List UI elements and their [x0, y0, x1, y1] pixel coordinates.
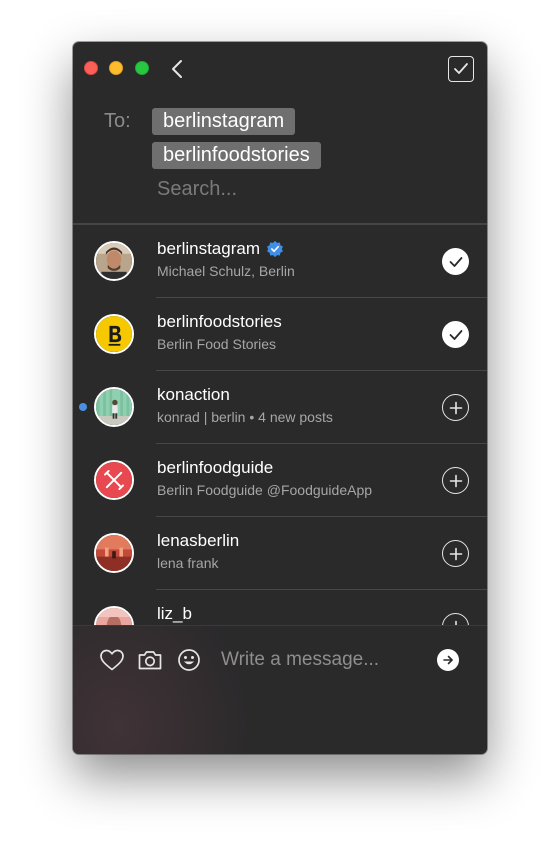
contact-name: berlinstagram: [157, 239, 260, 258]
chevron-left-icon: [172, 60, 182, 78]
camera-button[interactable]: [136, 647, 164, 673]
recipient-search-input[interactable]: [157, 175, 457, 203]
contact-name: lenasberlin: [157, 531, 240, 550]
unread-indicator: [79, 403, 87, 411]
contact-row[interactable]: berlinfoodguide Berlin Foodguide @Foodgu…: [73, 444, 487, 517]
contact-row[interactable]: lenasberlin lena frank: [73, 517, 487, 590]
recipient-chip[interactable]: berlinfoodstories: [152, 142, 321, 169]
checkmark-icon: [454, 63, 468, 74]
avatar: [94, 387, 134, 427]
checkmark-icon: [449, 329, 462, 340]
send-icon: [443, 655, 453, 665]
contact-row[interactable]: konaction konrad | berlin • 4 new posts: [73, 371, 487, 444]
close-window-button[interactable]: [84, 61, 98, 75]
checkmark-icon: [449, 256, 462, 267]
selected-toggle-button[interactable]: [442, 321, 469, 348]
contact-name: berlinfoodstories: [157, 312, 282, 331]
contact-subtitle: konrad | berlin • 4 new posts: [157, 409, 333, 425]
contact-subtitle: Michael Schulz, Berlin: [157, 263, 295, 279]
plus-icon: [449, 401, 462, 414]
contact-list[interactable]: berlinstagram Michael Schulz, Berlin ber…: [73, 225, 487, 625]
avatar: [94, 241, 134, 281]
add-recipient-button[interactable]: [442, 394, 469, 421]
avatar: [94, 460, 134, 500]
to-label: To:: [104, 110, 131, 132]
back-button[interactable]: [167, 58, 187, 80]
avatar: [94, 606, 134, 625]
camera-icon: [138, 651, 162, 670]
contact-subtitle: lena frank: [157, 555, 219, 571]
emoji-icon: [178, 649, 200, 671]
contact-subtitle: Berlin Food Stories: [157, 336, 277, 352]
message-input[interactable]: [221, 646, 421, 674]
contact-row[interactable]: berlinstagram Michael Schulz, Berlin: [73, 225, 487, 298]
heart-icon: [100, 649, 124, 671]
plus-icon: [449, 547, 462, 560]
title-bar: [73, 42, 487, 94]
plus-icon: [449, 474, 462, 487]
verified-badge-icon: [267, 240, 283, 258]
done-button[interactable]: [448, 56, 474, 82]
emoji-button[interactable]: [175, 647, 203, 673]
add-recipient-button[interactable]: [442, 540, 469, 567]
contact-row[interactable]: liz_b: [73, 590, 487, 625]
add-recipient-button[interactable]: [442, 613, 469, 625]
zoom-window-button[interactable]: [135, 61, 149, 75]
contact-row[interactable]: berlinfoodstories Berlin Food Stories: [73, 298, 487, 371]
add-recipient-button[interactable]: [442, 467, 469, 494]
recipient-chip[interactable]: berlinstagram: [152, 108, 296, 135]
like-button[interactable]: [98, 647, 126, 673]
message-composer: [73, 625, 487, 754]
minimize-window-button[interactable]: [109, 61, 123, 75]
contact-name: liz_b: [157, 604, 192, 623]
contact-name: konaction: [157, 385, 230, 404]
selected-toggle-button[interactable]: [442, 248, 469, 275]
avatar: [94, 533, 134, 573]
contact-name: berlinfoodguide: [157, 458, 274, 477]
direct-message-window: To: berlinstagram berlinfoodstories berl…: [73, 42, 487, 754]
contact-subtitle: Berlin Foodguide @FoodguideApp: [157, 482, 373, 498]
send-button[interactable]: [437, 649, 459, 671]
avatar: [94, 314, 134, 354]
